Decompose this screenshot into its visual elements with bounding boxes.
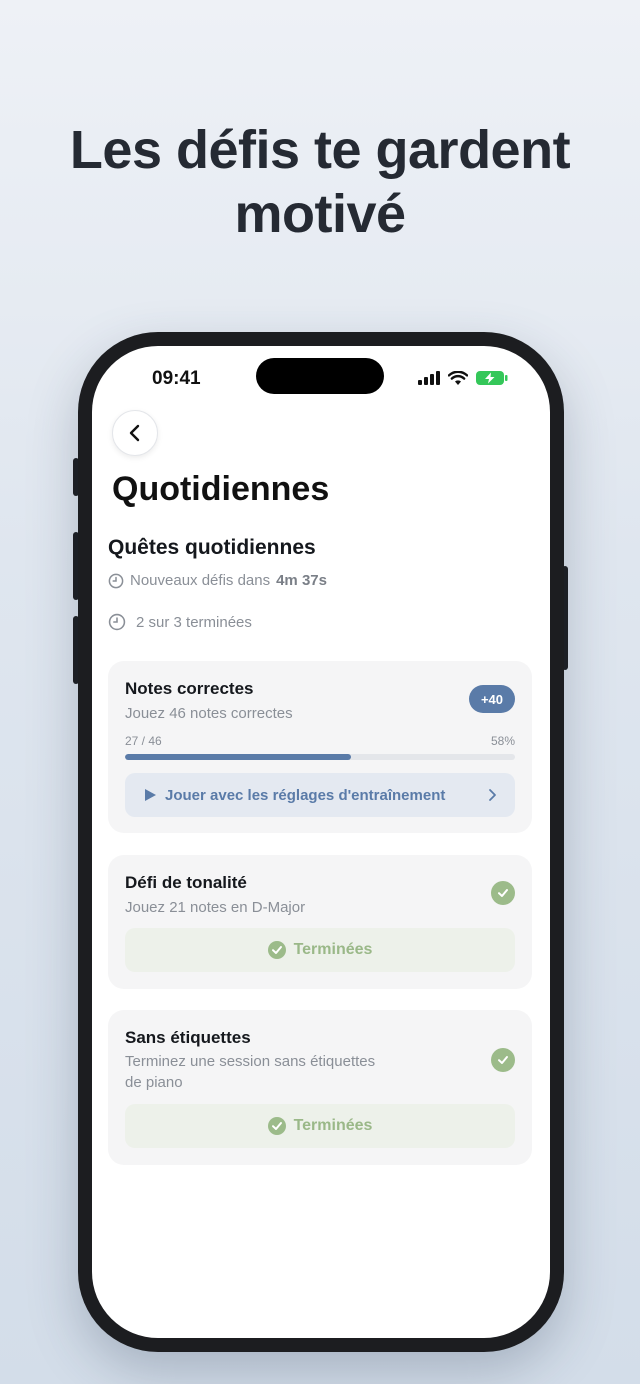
phone-screen: 09:41 Quotidiennes Quêtes quotidiennes N… xyxy=(92,346,550,1338)
progress-bar xyxy=(125,754,515,760)
refresh-timer: Nouveaux défis dans 4m 37s xyxy=(108,572,327,589)
signal-icon xyxy=(418,371,440,385)
quest-title: Notes correctes xyxy=(125,679,254,698)
completed-label: Terminées xyxy=(293,1117,373,1134)
refresh-prefix: Nouveaux défis dans xyxy=(130,572,271,589)
section-title: Quêtes quotidiennes xyxy=(108,536,316,559)
check-circle-icon xyxy=(267,1117,286,1135)
clock-icon xyxy=(108,613,126,631)
check-icon xyxy=(491,881,515,905)
status-bar: 09:41 xyxy=(92,346,550,416)
quest-description-line-1: Terminez une session sans étiquettes xyxy=(125,1053,376,1070)
quest-card-no-labels: Sans étiquettes Terminez une session san… xyxy=(108,1010,532,1165)
refresh-time: 4m 37s xyxy=(276,572,327,589)
back-button[interactable] xyxy=(112,410,158,456)
wifi-icon xyxy=(448,370,468,385)
play-icon xyxy=(145,789,156,801)
quest-title: Sans étiquettes xyxy=(125,1028,251,1047)
completed-status: Terminées xyxy=(125,1104,515,1148)
play-training-label: Jouer avec les réglages d'entraînement xyxy=(165,786,446,804)
quest-description-line-2: de piano xyxy=(125,1074,183,1091)
progress-labels: 27 / 46 58% xyxy=(125,734,515,748)
progress-count: 27 / 46 xyxy=(125,734,162,748)
check-circle-icon xyxy=(267,941,286,959)
quest-title: Défi de tonalité xyxy=(125,873,247,892)
quest-description: Jouez 21 notes en D-Major xyxy=(125,899,306,916)
completion-count: 2 sur 3 terminées xyxy=(108,613,252,631)
check-icon xyxy=(491,1048,515,1072)
battery-charging-icon xyxy=(476,371,508,385)
quest-card-key-challenge: Défi de tonalité Jouez 21 notes en D-Maj… xyxy=(108,855,532,989)
headline-line-1: Les défis te gardent xyxy=(69,120,571,180)
completion-text: 2 sur 3 terminées xyxy=(136,613,252,631)
chevron-right-icon xyxy=(489,789,496,801)
completed-status: Terminées xyxy=(125,928,515,972)
status-icons xyxy=(418,370,508,386)
completed-label: Terminées xyxy=(293,941,373,958)
chevron-left-icon xyxy=(129,424,140,442)
dynamic-island xyxy=(256,358,384,394)
quest-description: Terminez une session sans étiquettes de … xyxy=(125,1051,375,1093)
reward-badge: +40 xyxy=(468,685,515,713)
quest-card-correct-notes: Notes correctes Jouez 46 notes correctes… xyxy=(108,661,532,833)
page-title: Quotidiennes xyxy=(112,470,330,508)
play-training-button[interactable]: Jouer avec les réglages d'entraînement xyxy=(125,773,515,817)
progress-percent: 58% xyxy=(490,734,515,748)
quest-description: Jouez 46 notes correctes xyxy=(125,705,293,722)
status-time: 09:41 xyxy=(152,368,201,389)
progress-bar-fill xyxy=(125,754,352,760)
headline-line-2: motivé xyxy=(234,184,406,244)
headline: Les défis te gardent motivé xyxy=(0,118,640,246)
clock-icon xyxy=(108,573,124,588)
